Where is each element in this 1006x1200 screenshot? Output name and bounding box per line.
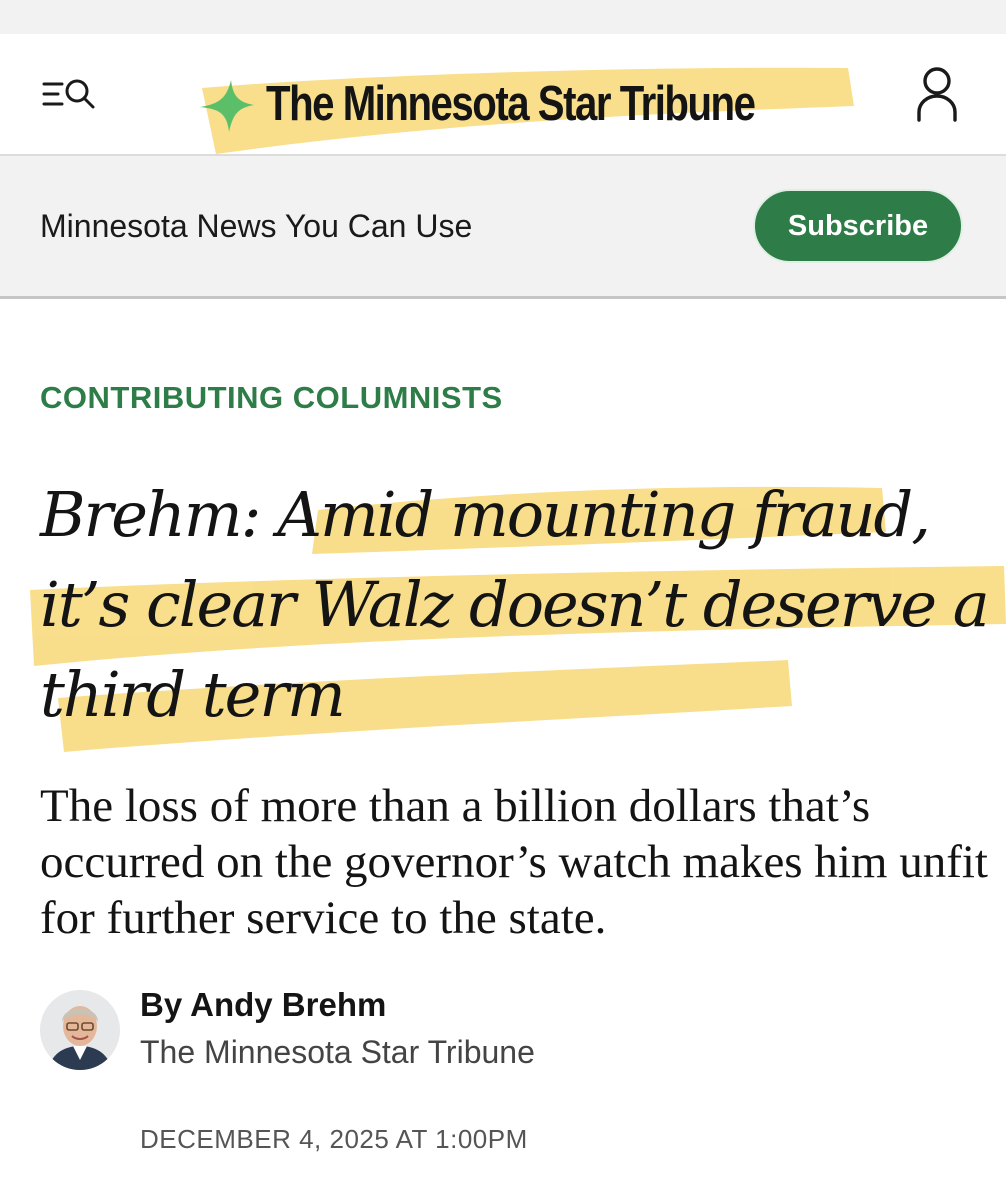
star-icon bbox=[200, 80, 254, 132]
menu-search-button[interactable] bbox=[40, 74, 100, 118]
promo-tagline: Minnesota News You Can Use bbox=[40, 208, 473, 244]
site-logo[interactable]: The Minnesota Star Tribune bbox=[196, 48, 856, 158]
site-header: The Minnesota Star Tribune bbox=[0, 34, 1006, 156]
publish-date: DECEMBER 4, 2025 AT 1:00PM bbox=[140, 1124, 528, 1154]
author-avatar[interactable] bbox=[40, 990, 120, 1070]
account-button[interactable] bbox=[910, 64, 964, 124]
author-byline[interactable]: By Andy Brehm bbox=[140, 986, 386, 1024]
article-headline: Brehm: Amid mounting fraud, it’s clear W… bbox=[40, 478, 990, 731]
article-dek: The loss of more than a billion dollars … bbox=[40, 780, 988, 944]
author-photo bbox=[40, 990, 120, 1070]
top-strip bbox=[0, 0, 1006, 34]
menu-search-icon bbox=[42, 79, 95, 109]
headline-block: Brehm: Amid mounting fraud, it’s clear W… bbox=[0, 470, 1006, 770]
subscribe-button[interactable]: Subscribe bbox=[753, 189, 963, 263]
author-outlet: The Minnesota Star Tribune bbox=[140, 1034, 535, 1070]
section-label[interactable]: CONTRIBUTING COLUMNISTS bbox=[40, 380, 503, 416]
promo-bar: Minnesota News You Can Use Subscribe bbox=[0, 156, 1006, 299]
user-icon bbox=[917, 67, 957, 122]
logo-text: The Minnesota Star Tribune bbox=[266, 77, 756, 131]
